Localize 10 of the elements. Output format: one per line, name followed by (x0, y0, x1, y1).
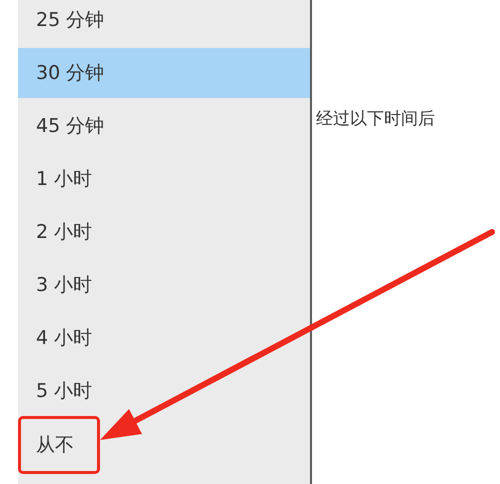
dropdown-option[interactable]: 2 小时 (18, 207, 310, 257)
setting-label: 经过以下时间后 (316, 109, 435, 129)
dropdown-option[interactable]: 5 小时 (18, 366, 310, 416)
dropdown-option[interactable]: 3 小时 (18, 260, 310, 310)
dropdown-option[interactable]: 4 小时 (18, 313, 310, 363)
dropdown-option[interactable]: 25 分钟 (18, 0, 310, 45)
dropdown-option[interactable]: 从不 (18, 416, 310, 474)
dropdown-option[interactable]: 30 分钟 (18, 48, 310, 98)
dropdown-option[interactable]: 1 小时 (18, 154, 310, 204)
dropdown-option[interactable]: 45 分钟 (18, 101, 310, 151)
